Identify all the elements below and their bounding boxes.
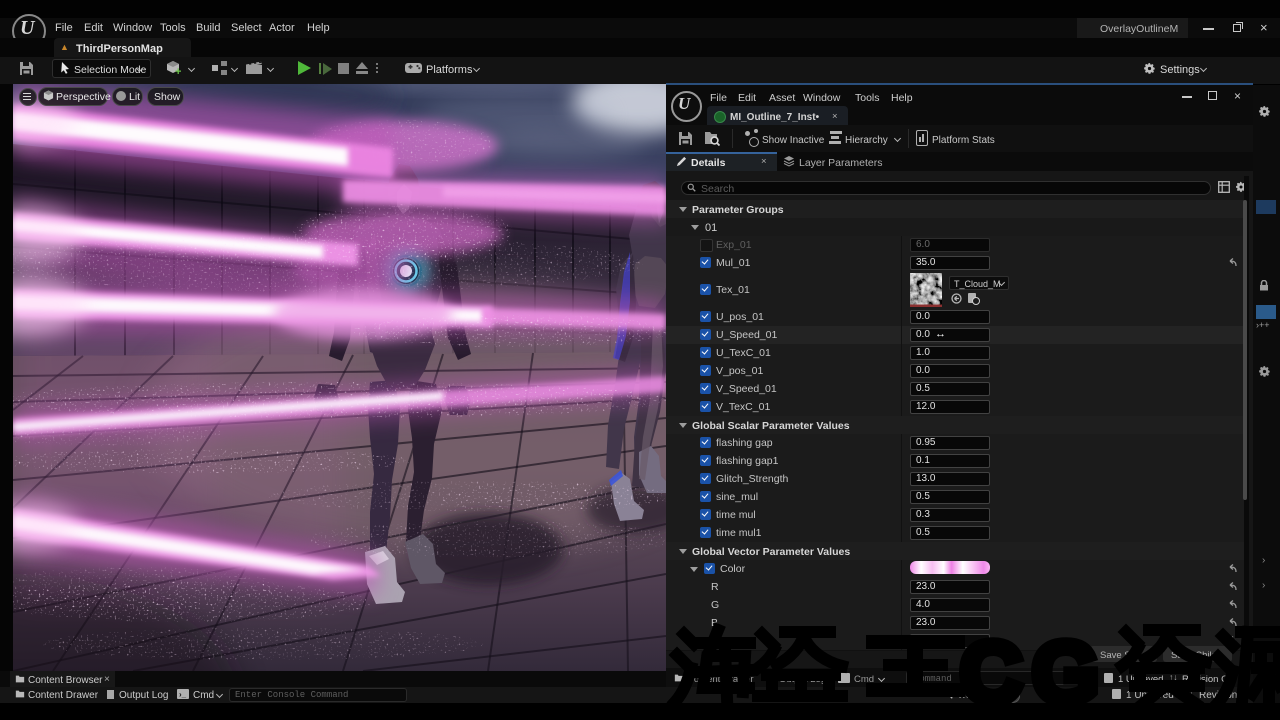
svg-text:+: +	[175, 66, 181, 76]
svg-text:C: C	[960, 625, 1022, 710]
svg-text:G: G	[1032, 625, 1099, 710]
